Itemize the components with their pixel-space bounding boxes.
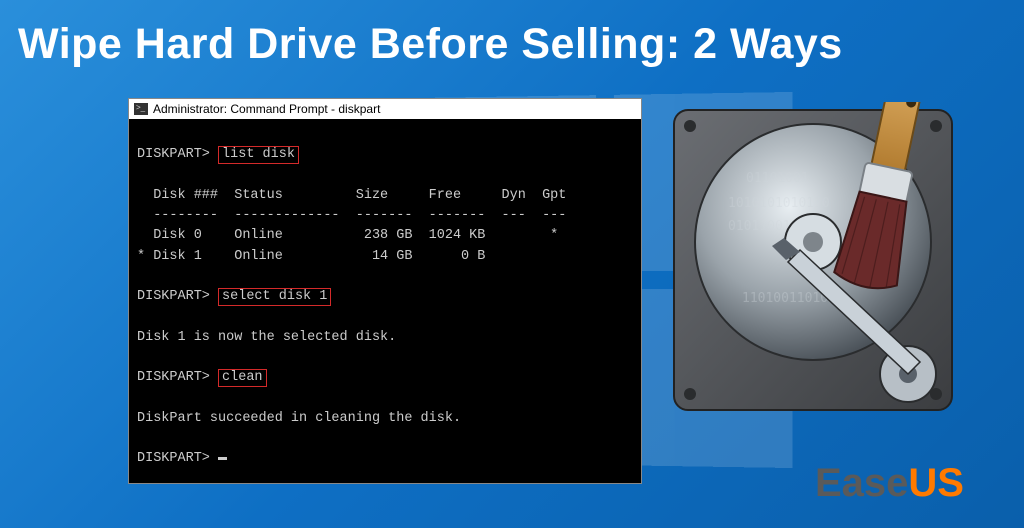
brand-logo: EaseUS <box>815 461 964 506</box>
svg-text:1010101010110: 1010101010110 <box>728 196 830 211</box>
cmd-icon <box>134 103 148 115</box>
response-clean: DiskPart succeeded in cleaning the disk. <box>137 411 461 426</box>
prompt: DISKPART> <box>137 370 210 385</box>
cursor <box>218 457 227 460</box>
svg-text:11010011010: 11010011010 <box>742 291 828 306</box>
disk-table-header: Disk ### Status Size Free Dyn Gpt <box>137 188 566 203</box>
brand-us: US <box>908 461 964 505</box>
disk-row-1: * Disk 1 Online 14 GB 0 B <box>137 249 485 264</box>
prompt: DISKPART> <box>137 451 210 466</box>
command-select-disk: select disk 1 <box>218 288 331 306</box>
prompt: DISKPART> <box>137 147 210 162</box>
command-clean: clean <box>218 369 267 387</box>
window-title: Administrator: Command Prompt - diskpart <box>153 102 380 116</box>
prompt: DISKPART> <box>137 289 210 304</box>
response-select: Disk 1 is now the selected disk. <box>137 330 396 345</box>
command-list-disk: list disk <box>218 146 299 164</box>
brand-ease: Ease <box>815 461 908 505</box>
headline: Wipe Hard Drive Before Selling: 2 Ways <box>18 20 1006 69</box>
disk-row-0: Disk 0 Online 238 GB 1024 KB * <box>137 228 558 243</box>
hard-drive-illustration: 01101001 1010101010110 0101100110101 110… <box>668 102 958 418</box>
disk-table-divider: -------- ------------- ------- ------- -… <box>137 208 566 223</box>
terminal-body: DISKPART> list disk Disk ### Status Size… <box>129 119 641 483</box>
svg-text:01101001: 01101001 <box>746 171 809 186</box>
window-titlebar: Administrator: Command Prompt - diskpart <box>129 99 641 119</box>
command-prompt-window: Administrator: Command Prompt - diskpart… <box>128 98 642 484</box>
